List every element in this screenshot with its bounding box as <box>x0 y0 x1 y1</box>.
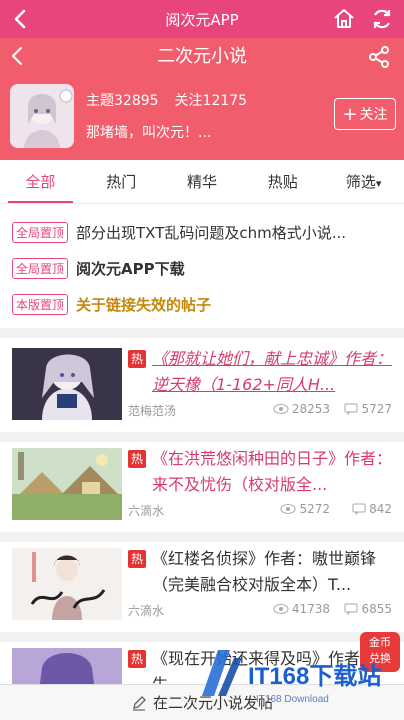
forum-motto: 那堵墙，叫次元！... <box>86 125 212 141</box>
reply-count-value: 6855 <box>361 602 392 616</box>
share-icon[interactable] <box>366 44 392 70</box>
tab-hot-posts[interactable]: 热贴 <box>242 160 323 203</box>
home-icon[interactable] <box>332 7 356 31</box>
app-bar: 阅次元APP <box>0 0 404 38</box>
post-thumbnail <box>12 648 122 684</box>
forum-header: 二次元小说 主题32895 关注12175 那堵墙，叫次元！... + 关注 <box>0 38 404 160</box>
app-title: 阅次元APP <box>165 10 239 29</box>
forum-stats: 主题32895 关注12175 <box>86 90 247 110</box>
view-count-value: 5272 <box>299 502 330 516</box>
watermark: IT168下载站 IT168 Download <box>196 640 396 710</box>
reply-count: 842 <box>352 502 392 516</box>
view-count-value: 41738 <box>291 602 330 616</box>
eye-icon <box>280 504 296 514</box>
eye-icon <box>273 404 289 414</box>
follower-count: 关注12175 <box>174 93 248 109</box>
post-author: 范梅范汤 <box>128 404 177 418</box>
pinned-title: 部分出现TXT乱码问题及chm格式小说... <box>76 223 347 242</box>
post-author: 六滴水 <box>128 604 165 618</box>
post-title: 《红楼名侦探》作者：嗷世巅锋（完美融合校对版全本）T... <box>152 549 377 594</box>
follow-label: 关注 <box>359 107 388 123</box>
watermark-brand: IT168下载站 <box>248 663 381 690</box>
pinned-title: 阅次元APP下载 <box>76 259 185 278</box>
pen-icon <box>132 695 146 711</box>
reply-count: 6855 <box>344 602 392 616</box>
back-arrow-icon[interactable] <box>8 6 34 32</box>
post-thumbnail <box>12 448 122 520</box>
hot-badge: 热 <box>128 550 146 568</box>
forum-name: 二次元小说 <box>157 46 247 67</box>
section-divider <box>0 328 404 338</box>
plus-icon: + <box>342 103 358 125</box>
hot-badge: 热 <box>128 650 146 668</box>
comment-icon <box>344 603 358 615</box>
pin-badge: 本版置顶 <box>12 293 69 315</box>
follow-button[interactable]: + 关注 <box>334 98 396 130</box>
chevron-down-icon: ▾ <box>375 177 382 190</box>
tab-featured[interactable]: 精华 <box>162 160 243 203</box>
view-count: 41738 <box>273 602 330 616</box>
reply-count: 5727 <box>344 402 392 416</box>
eye-icon <box>273 604 289 614</box>
forum-tabs: 全部 热门 精华 热贴 筛选▾ <box>0 160 404 204</box>
comment-icon <box>344 403 358 415</box>
hot-badge: 热 <box>128 450 146 468</box>
post-title: 《那就让她们，献上忠诚》作者：逆天橡（1-162+同人H... <box>152 349 392 394</box>
reply-count-value: 5727 <box>361 402 392 416</box>
forum-avatar <box>10 84 74 148</box>
post-item[interactable]: 热 《红楼名侦探》作者：嗷世巅锋（完美融合校对版全本）T... 六滴水 4173… <box>0 538 404 642</box>
pinned-item[interactable]: 全局置顶 部分出现TXT乱码问题及chm格式小说... <box>0 214 404 250</box>
pinned-item[interactable]: 全局置顶 阅次元APP下载 <box>0 250 404 286</box>
post-item[interactable]: 热 《那就让她们，献上忠诚》作者：逆天橡（1-162+同人H... 范梅范汤 2… <box>0 338 404 442</box>
refresh-icon[interactable] <box>370 7 394 31</box>
tab-filter[interactable]: 筛选▾ <box>323 160 404 203</box>
pinned-list: 全局置顶 部分出现TXT乱码问题及chm格式小说... 全局置顶 阅次元APP下… <box>0 214 404 322</box>
pin-badge: 全局置顶 <box>12 221 69 243</box>
pinned-title: 关于链接失效的帖子 <box>76 295 212 314</box>
tab-filter-label: 筛选 <box>345 173 376 191</box>
pinned-item[interactable]: 本版置顶 关于链接失效的帖子 <box>0 286 404 322</box>
post-thumbnail <box>12 348 122 420</box>
tab-hot[interactable]: 热门 <box>81 160 162 203</box>
reply-count-value: 842 <box>369 502 392 516</box>
post-thumbnail <box>12 548 122 620</box>
topic-count: 主题32895 <box>86 93 159 109</box>
view-count-value: 28253 <box>291 402 330 416</box>
post-author: 六滴水 <box>128 504 165 518</box>
post-item[interactable]: 热 《在洪荒悠闲种田的日子》作者：来不及忧伤（校对版全... 六滴水 5272 … <box>0 438 404 542</box>
pin-badge: 全局置顶 <box>12 257 69 279</box>
view-count: 5272 <box>280 502 330 516</box>
comment-icon <box>352 503 366 515</box>
watermark-sub: IT168 Download <box>256 694 329 705</box>
hot-badge: 热 <box>128 350 146 368</box>
tab-all[interactable]: 全部 <box>0 160 81 203</box>
post-title: 《在洪荒悠闲种田的日子》作者：来不及忧伤（校对版全... <box>152 449 392 494</box>
view-count: 28253 <box>273 402 330 416</box>
